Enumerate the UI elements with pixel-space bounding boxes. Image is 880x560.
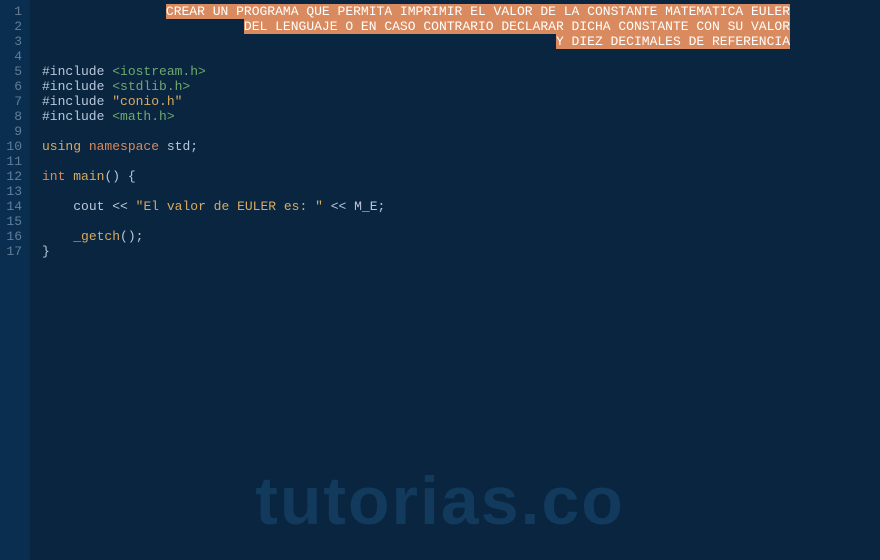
comment-highlight: CREAR UN PROGRAMA QUE PERMITA IMPRIMIR E… <box>166 4 790 19</box>
code-line[interactable]: _getch(); <box>42 229 880 244</box>
line-number: 1 <box>4 4 22 19</box>
code-line[interactable]: #include <math.h> <box>42 109 880 124</box>
comment-highlight: Y DIEZ DECIMALES DE REFERENCIA <box>556 34 790 49</box>
code-line[interactable]: using namespace std; <box>42 139 880 154</box>
line-number: 10 <box>4 139 22 154</box>
code-line[interactable]: CREAR UN PROGRAMA QUE PERMITA IMPRIMIR E… <box>42 4 880 19</box>
code-line[interactable] <box>42 49 880 64</box>
line-number: 11 <box>4 154 22 169</box>
line-number: 17 <box>4 244 22 259</box>
line-number: 15 <box>4 214 22 229</box>
line-number: 6 <box>4 79 22 94</box>
code-line[interactable]: #include <stdlib.h> <box>42 79 880 94</box>
code-line[interactable]: } <box>42 244 880 259</box>
code-line[interactable]: Y DIEZ DECIMALES DE REFERENCIA <box>42 34 880 49</box>
line-number-gutter: 1234567891011121314151617 <box>0 0 30 560</box>
code-line[interactable]: DEL LENGUAJE O EN CASO CONTRARIO DECLARA… <box>42 19 880 34</box>
code-editor: 1234567891011121314151617 CREAR UN PROGR… <box>0 0 880 560</box>
code-line[interactable]: #include <iostream.h> <box>42 64 880 79</box>
code-area[interactable]: CREAR UN PROGRAMA QUE PERMITA IMPRIMIR E… <box>30 0 880 560</box>
line-number: 16 <box>4 229 22 244</box>
line-number: 5 <box>4 64 22 79</box>
code-line[interactable] <box>42 154 880 169</box>
code-line[interactable]: cout << "El valor de EULER es: " << M_E; <box>42 199 880 214</box>
code-line[interactable]: int main() { <box>42 169 880 184</box>
line-number: 12 <box>4 169 22 184</box>
comment-highlight: DEL LENGUAJE O EN CASO CONTRARIO DECLARA… <box>244 19 790 34</box>
line-number: 13 <box>4 184 22 199</box>
line-number: 8 <box>4 109 22 124</box>
line-number: 3 <box>4 34 22 49</box>
line-number: 9 <box>4 124 22 139</box>
line-number: 14 <box>4 199 22 214</box>
line-number: 4 <box>4 49 22 64</box>
line-number: 7 <box>4 94 22 109</box>
code-line[interactable] <box>42 184 880 199</box>
line-number: 2 <box>4 19 22 34</box>
code-line[interactable]: #include "conio.h" <box>42 94 880 109</box>
code-line[interactable] <box>42 124 880 139</box>
code-line[interactable] <box>42 214 880 229</box>
